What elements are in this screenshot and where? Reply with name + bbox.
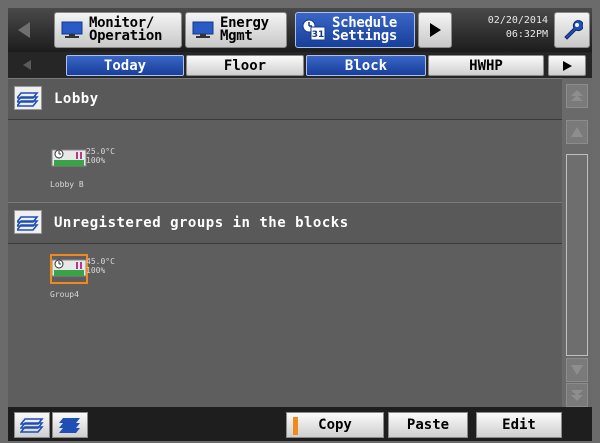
block-outline-view-button[interactable] <box>14 412 50 438</box>
indoor-unit-icon <box>50 144 88 174</box>
edit-button[interactable]: Edit <box>476 412 562 438</box>
copy-button[interactable]: Copy <box>286 412 384 438</box>
tab-scroll-right[interactable] <box>548 55 586 76</box>
scroll-top-button[interactable] <box>566 84 588 108</box>
unit-group4[interactable]: 45.0°C 100% Group4 <box>50 254 124 306</box>
unit-name: Lobby B <box>50 180 84 189</box>
datetime-display: 02/20/2014 06:32PM <box>476 14 548 46</box>
block-body-lobby: 25.0°C 100% Lobby B <box>8 120 562 202</box>
edit-label: Edit <box>502 417 536 433</box>
unit-values: 25.0°C 100% <box>86 147 115 165</box>
block-title: Lobby <box>54 91 99 107</box>
block-outline-icon <box>20 418 44 433</box>
paste-label: Paste <box>406 417 450 433</box>
scroll-up-button[interactable] <box>566 120 588 144</box>
block-select-button[interactable] <box>14 210 42 234</box>
tab-today[interactable]: Today <box>66 55 184 76</box>
tab-right-arrow-icon <box>563 60 572 71</box>
block-layers-icon <box>17 216 39 231</box>
top-navigation-bar: Monitor/ Operation Energy Mgmt 31 Schedu… <box>8 8 592 52</box>
indoor-unit-icon-selected <box>50 254 88 284</box>
tab-left-arrow-icon <box>23 60 31 70</box>
scroll-left-button[interactable] <box>10 14 38 46</box>
wrench-icon <box>564 20 583 40</box>
unit-lobby-b[interactable]: 25.0°C 100% Lobby B <box>50 144 124 196</box>
tab-floor[interactable]: Floor <box>186 55 304 76</box>
monitor-operation-button[interactable]: Monitor/ Operation <box>54 12 182 48</box>
date-text: 02/20/2014 <box>487 15 548 26</box>
unit-percent: 100% <box>86 156 106 165</box>
energy-monitor-icon <box>192 21 214 38</box>
copy-label: Copy <box>318 417 352 433</box>
right-arrow-icon <box>430 23 441 37</box>
energy-mgmt-button[interactable]: Energy Mgmt <box>185 12 287 48</box>
block-header-unregistered[interactable]: Unregistered groups in the blocks <box>8 202 562 244</box>
energy-label-line2: Mgmt <box>220 28 253 44</box>
calendar-day: 31 <box>312 30 325 40</box>
monitor-label-line2: Operation <box>89 28 163 44</box>
scroll-down-button[interactable] <box>566 358 588 382</box>
double-up-arrow-icon <box>571 90 583 101</box>
block-title: Unregistered groups in the blocks <box>54 215 349 231</box>
unit-temp: 25.0°C <box>86 147 115 156</box>
tab-hwhp[interactable]: HWHP <box>428 55 544 76</box>
double-down-arrow-icon <box>571 390 583 401</box>
scroll-right-button[interactable] <box>418 12 452 48</box>
app-window: Monitor/ Operation Energy Mgmt 31 Schedu… <box>8 8 592 441</box>
schedule-settings-button[interactable]: 31 Schedule Settings <box>295 12 415 48</box>
time-text: 06:32PM <box>505 29 548 40</box>
block-filled-icon <box>59 418 80 433</box>
block-header-lobby[interactable]: Lobby <box>8 78 562 120</box>
block-list: Lobby 25.0°C 100% Lobby B Unregistered g… <box>8 78 562 407</box>
schedule-label-line2: Settings <box>332 28 398 44</box>
block-select-button[interactable] <box>14 86 42 110</box>
unit-percent: 100% <box>86 266 106 275</box>
copy-indicator <box>293 417 298 435</box>
tab-bar: Today Floor Block HWHP <box>8 52 592 78</box>
up-arrow-icon <box>571 127 583 137</box>
scroll-bottom-button[interactable] <box>566 383 588 407</box>
calendar-clock-icon: 31 <box>302 19 326 41</box>
tab-block[interactable]: Block <box>306 55 426 76</box>
bottom-toolbar: Copy Paste Edit <box>8 407 592 441</box>
scroll-track[interactable] <box>566 154 588 356</box>
maintenance-button[interactable] <box>554 12 590 48</box>
down-arrow-icon <box>571 365 583 375</box>
block-filled-view-button[interactable] <box>52 412 88 438</box>
block-layers-icon <box>17 92 39 107</box>
unit-values: 45.0°C 100% <box>86 257 115 275</box>
vertical-scrollbar[interactable] <box>562 78 592 407</box>
block-body-unregistered: 45.0°C 100% Group4 <box>8 244 562 407</box>
left-arrow-icon <box>18 22 30 38</box>
unit-name: Group4 <box>50 290 79 299</box>
paste-button[interactable]: Paste <box>388 412 468 438</box>
monitor-icon <box>61 21 83 38</box>
tab-scroll-left[interactable] <box>12 57 42 73</box>
unit-temp: 45.0°C <box>86 257 115 266</box>
